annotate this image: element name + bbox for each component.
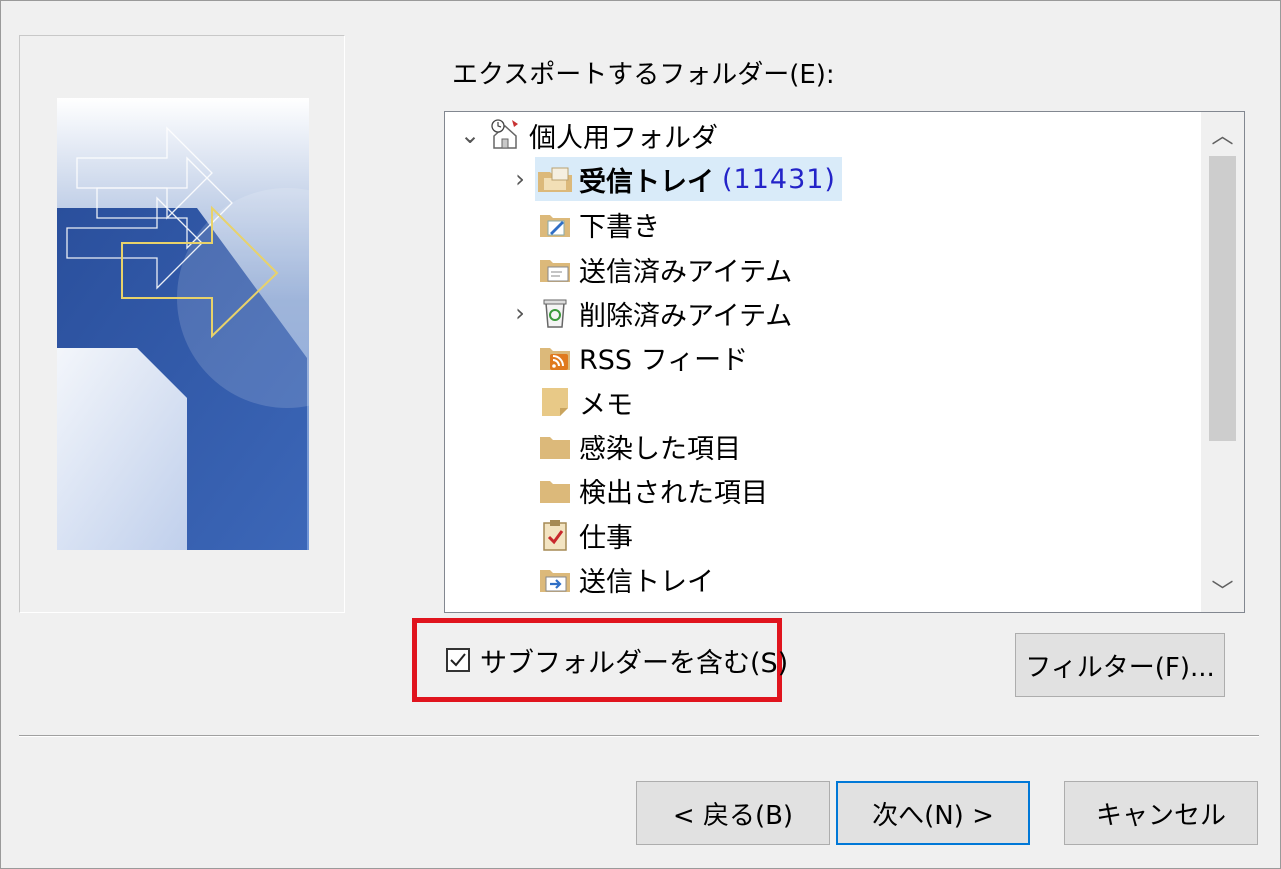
tree-item-notes[interactable]: メモ — [535, 380, 633, 424]
filter-button[interactable]: フィルター(F)... — [1015, 633, 1225, 697]
tree-item-inbox[interactable]: › 受信トレイ (11431) — [505, 157, 842, 201]
expand-chevron-down-icon[interactable]: ⌄ — [455, 113, 485, 157]
tree-item-sent-label: 送信済みアイテム — [579, 256, 793, 288]
wizard-illustration — [57, 98, 309, 550]
scroll-thumb[interactable] — [1209, 156, 1236, 441]
wizard-art-panel — [19, 35, 345, 613]
tree-root-row[interactable]: ⌄ 個人用フォルダ — [455, 113, 718, 157]
deleted-items-icon — [535, 291, 575, 335]
rss-folder-icon — [535, 335, 575, 379]
folder-tree[interactable]: ⌄ 個人用フォルダ › 受信トレイ (11431) 下書き 送信済みアイテム ›… — [444, 111, 1245, 613]
scroll-down-arrow-icon[interactable]: ﹀ — [1201, 568, 1244, 612]
tree-item-rss-label: RSS フィード — [579, 344, 749, 376]
tree-item-rss[interactable]: RSS フィード — [535, 335, 748, 379]
checkbox-box[interactable] — [446, 648, 470, 672]
export-folder-label: エクスポートするフォルダー(E): — [452, 60, 835, 90]
tree-item-deleted[interactable]: › 削除済みアイテム — [505, 291, 792, 335]
tasks-folder-icon — [535, 513, 575, 557]
footer-separator — [19, 735, 1259, 737]
tree-item-infected[interactable]: 感染した項目 — [535, 424, 741, 468]
tree-item-drafts[interactable]: 下書き — [535, 202, 660, 246]
tree-item-outbox[interactable]: 送信トレイ — [535, 557, 714, 601]
inbox-folder-icon — [535, 157, 575, 201]
folder-icon — [535, 468, 575, 512]
tree-item-drafts-label: 下書き — [579, 211, 660, 243]
tree-root-label: 個人用フォルダ — [529, 122, 718, 154]
expand-chevron-right-icon[interactable]: › — [505, 157, 535, 201]
tree-item-inbox-label: 受信トレイ — [579, 166, 714, 198]
tree-scrollbar[interactable]: ︿ ﹀ — [1201, 112, 1244, 612]
check-mark-icon — [450, 653, 466, 667]
sent-items-folder-icon — [535, 247, 575, 291]
folder-icon — [535, 424, 575, 468]
tree-item-detected-label: 検出された項目 — [579, 477, 768, 509]
unread-count: (11431) — [722, 163, 836, 195]
cancel-button[interactable]: キャンセル — [1064, 781, 1258, 845]
tree-item-tasks-label: 仕事 — [579, 522, 633, 554]
tree-item-infected-label: 感染した項目 — [579, 433, 741, 465]
expand-chevron-right-icon[interactable]: › — [505, 291, 535, 335]
next-button[interactable]: 次へ(N) > — [836, 781, 1030, 845]
include-subfolders-checkbox[interactable]: サブフォルダーを含む(S) — [446, 638, 788, 682]
tree-item-outbox-label: 送信トレイ — [579, 566, 714, 598]
selected-row-highlight: 受信トレイ (11431) — [535, 157, 842, 201]
outbox-folder-icon — [535, 557, 575, 601]
personal-folders-icon — [485, 113, 525, 157]
notes-folder-icon — [535, 380, 575, 424]
scroll-up-arrow-icon[interactable]: ︿ — [1201, 112, 1244, 156]
back-button[interactable]: < 戻る(B) — [636, 781, 830, 845]
drafts-folder-icon — [535, 202, 575, 246]
tree-item-tasks[interactable]: 仕事 — [535, 513, 633, 557]
tree-item-notes-label: メモ — [579, 389, 633, 421]
tree-item-deleted-label: 削除済みアイテム — [579, 300, 793, 332]
tree-item-detected[interactable]: 検出された項目 — [535, 468, 768, 512]
tree-item-sent[interactable]: 送信済みアイテム — [535, 247, 792, 291]
include-subfolders-label: サブフォルダーを含む(S) — [480, 647, 789, 679]
